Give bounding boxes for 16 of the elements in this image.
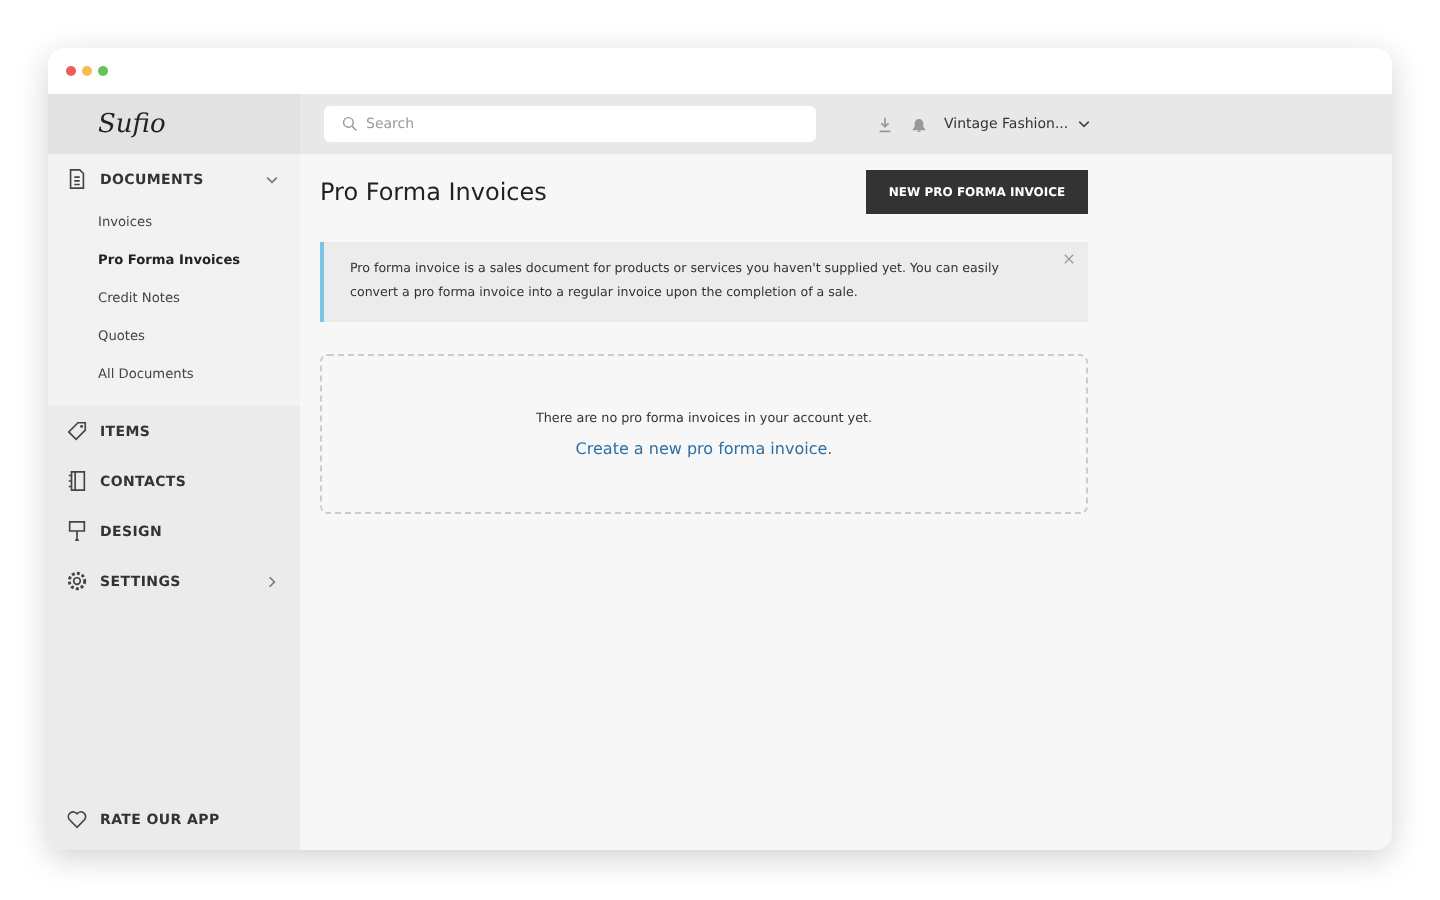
bell-icon[interactable] (910, 115, 928, 133)
close-window-dot[interactable] (66, 66, 76, 76)
heart-icon (66, 808, 88, 830)
download-icon[interactable] (876, 115, 894, 133)
zoom-window-dot[interactable] (98, 66, 108, 76)
tag-icon (66, 420, 88, 442)
create-invoice-link[interactable]: Create a new pro forma invoice. (575, 440, 833, 458)
page-title: Pro Forma Invoices (320, 178, 547, 206)
minimize-window-dot[interactable] (82, 66, 92, 76)
settings-icon (66, 570, 88, 592)
logo[interactable]: Sufio (98, 109, 166, 139)
close-icon[interactable] (1062, 252, 1076, 266)
search-icon (342, 116, 358, 132)
document-icon (66, 168, 88, 190)
address-book-icon (66, 470, 88, 492)
chevron-down-icon (1076, 116, 1093, 132)
